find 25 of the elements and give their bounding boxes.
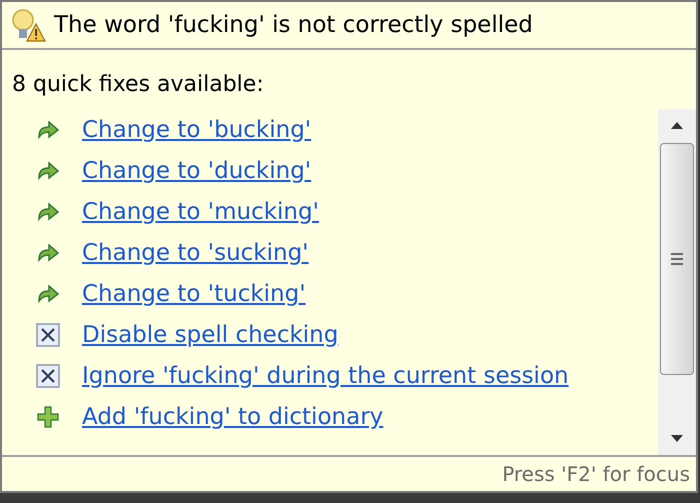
scrollbar[interactable] [658, 109, 696, 455]
scroll-up-icon[interactable] [671, 121, 683, 129]
quick-fix-link[interactable]: Change to 'tucking' [82, 276, 306, 312]
quick-fix-link[interactable]: Change to 'ducking' [82, 154, 312, 188]
fix-count-text: 8 quick fixes available: [12, 72, 264, 97]
plus-icon [36, 405, 60, 429]
quick-fix-link[interactable]: Change to 'bucking' [82, 112, 312, 148]
arrow-icon [37, 244, 59, 262]
arrow-icon [37, 203, 59, 221]
quick-fix-link[interactable]: Disable spell checking [82, 318, 338, 352]
quick-fix-link[interactable]: Ignore 'fucking' during the current session [82, 358, 569, 394]
scroll-down-icon[interactable] [671, 435, 683, 443]
status-hint: Press 'F2' for focus [502, 461, 690, 488]
quick-fix-link[interactable]: Add 'fucking' to dictionary [82, 400, 384, 434]
quick-fix-link[interactable]: Change to 'sucking' [82, 236, 309, 270]
arrow-icon [37, 162, 59, 180]
popup-title: The word 'fucking' is not correctly spelled [54, 10, 533, 40]
lightbulb-warning-icon [10, 8, 46, 42]
scroll-thumb[interactable] [660, 143, 694, 375]
grip-icon [671, 252, 683, 266]
arrow-icon [37, 285, 59, 303]
x-box-icon [36, 323, 60, 347]
quick-fix-link[interactable]: Change to 'mucking' [82, 194, 319, 230]
x-box-icon [36, 364, 60, 388]
arrow-icon [37, 121, 59, 139]
